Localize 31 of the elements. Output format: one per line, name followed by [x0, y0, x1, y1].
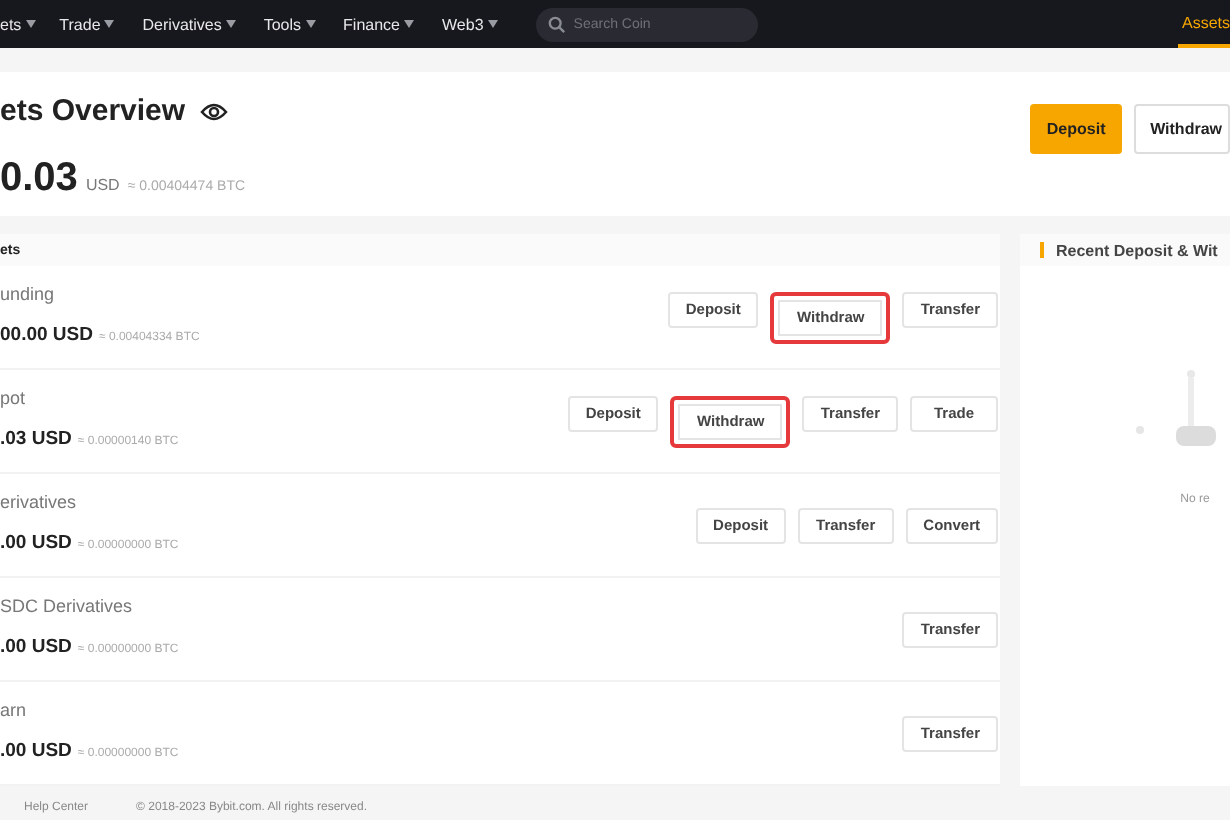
panel-title: Recent Deposit & Wit: [1056, 241, 1218, 259]
withdraw-button[interactable]: Withdraw: [1134, 104, 1230, 154]
account-balance: .00 USD: [0, 532, 72, 554]
caret-icon: [25, 20, 36, 28]
deposit-button[interactable]: Deposit: [1030, 104, 1123, 154]
account-balance: .00 USD: [0, 636, 72, 658]
eye-icon[interactable]: [199, 101, 228, 121]
account-name: unding: [0, 284, 57, 304]
caret-icon: [487, 20, 498, 28]
caret-icon: [305, 20, 316, 28]
account-balance: 00.00 USD: [0, 324, 93, 346]
nav-menu-item[interactable]: Tools: [263, 15, 316, 33]
account-name: erivatives: [0, 492, 79, 512]
account-name: SDC Derivatives: [0, 596, 135, 616]
account-name: pot: [0, 388, 28, 408]
account-balance: .03 USD: [0, 428, 72, 450]
page-title: ets Overview: [0, 94, 186, 128]
balance-amount: 0.03: [0, 156, 78, 202]
nav-menu-item[interactable]: Finance: [343, 15, 415, 33]
currency-label: USD: [85, 176, 120, 194]
nav-menu-item[interactable]: Assets: [1177, 0, 1230, 48]
account-name: arn: [0, 700, 29, 720]
nav-menu-item[interactable]: Web3: [442, 15, 498, 33]
nav-menu-item[interactable]: ets: [0, 15, 36, 33]
nav-menu-item[interactable]: Derivatives: [142, 15, 236, 33]
account-balance: .00 USD: [0, 740, 72, 762]
accent-bar: [1040, 242, 1044, 258]
caret-icon: [225, 20, 236, 28]
caret-icon: [104, 20, 115, 28]
nav-menu-item[interactable]: Trade: [59, 15, 115, 33]
caret-icon: [404, 20, 415, 28]
